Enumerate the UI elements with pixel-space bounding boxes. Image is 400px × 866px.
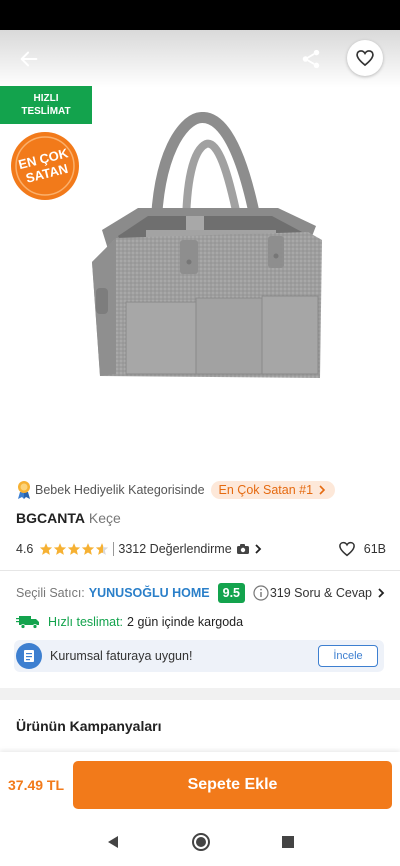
nav-recents-icon[interactable] xyxy=(281,835,295,849)
campaigns-title: Ürünün Kampanyaları xyxy=(16,718,162,734)
section-separator xyxy=(0,688,400,700)
share-button[interactable] xyxy=(296,44,326,74)
reviews-link[interactable]: 3312 Değerlendirme xyxy=(118,542,262,556)
fast-delivery-badge-line-1: HIZLI xyxy=(33,93,59,104)
product-image-gallery[interactable]: HIZLI TESLİMAT EN ÇOK SATAN xyxy=(0,30,400,462)
chevron-right-icon xyxy=(319,485,326,495)
chevron-right-icon xyxy=(255,544,261,554)
corporate-invoice-banner: Kurumsal faturaya uygun! İncele xyxy=(14,640,384,672)
share-icon xyxy=(302,49,320,69)
best-seller-rank-pill[interactable]: En Çok Satan #1 xyxy=(210,481,336,499)
best-seller-badge: EN ÇOK SATAN xyxy=(11,132,79,200)
star-icon xyxy=(68,543,81,555)
invoice-icon xyxy=(16,643,42,669)
truck-icon xyxy=(16,616,39,629)
heart-icon xyxy=(338,541,355,557)
nav-home-icon[interactable] xyxy=(191,832,211,852)
likes-count: 61B xyxy=(363,542,386,556)
star-icon xyxy=(82,543,95,555)
fast-delivery-badge-line-2: TESLİMAT xyxy=(21,106,71,117)
questions-answers-link[interactable]: 319 Soru & Cevap xyxy=(270,586,386,600)
chevron-right-icon xyxy=(378,588,385,598)
delivery-row: Hızlı teslimat: 2 gün içinde kargoda xyxy=(16,612,243,632)
status-bar xyxy=(0,0,400,30)
rating-value: 4.6 xyxy=(16,542,34,556)
rank-pill-label: En Çok Satan #1 xyxy=(218,483,314,497)
likes-button[interactable]: 61B xyxy=(338,540,386,558)
category-rank-row[interactable]: Bebek Hediyelik Kategorisinde En Çok Sat… xyxy=(16,479,386,501)
back-button[interactable] xyxy=(14,44,44,74)
heart-icon xyxy=(356,50,374,67)
product-title: BGCANTA Keçe xyxy=(16,510,121,526)
nav-back-icon[interactable] xyxy=(105,834,121,850)
seller-score-badge: 9.5 xyxy=(217,583,246,603)
rating-stars xyxy=(39,542,109,556)
category-rank-text: Bebek Hediyelik Kategorisinde xyxy=(35,483,205,497)
inspect-button[interactable]: İncele xyxy=(318,645,378,667)
system-navigation-bar xyxy=(0,818,400,866)
bottom-action-bar: 37.49 TL Sepete Ekle xyxy=(0,752,400,818)
favorite-button[interactable] xyxy=(347,40,383,76)
star-icon xyxy=(54,543,67,555)
add-to-cart-button[interactable]: Sepete Ekle xyxy=(73,761,392,809)
product-photo xyxy=(92,112,322,378)
back-arrow-icon xyxy=(20,51,38,67)
fast-delivery-label: Hızlı teslimat: xyxy=(48,615,124,629)
questions-answers-label: 319 Soru & Cevap xyxy=(269,586,372,600)
price: 37.49 TL xyxy=(8,777,65,793)
half-star-icon xyxy=(96,543,109,555)
star-icon xyxy=(40,543,53,555)
fast-delivery-badge: HIZLI TESLİMAT xyxy=(0,86,92,124)
image-top-gradient xyxy=(0,30,400,88)
divider xyxy=(0,570,400,571)
seller-label: Seçili Satıcı: xyxy=(16,586,85,600)
medal-icon xyxy=(18,481,30,499)
info-icon[interactable] xyxy=(253,585,269,601)
camera-icon xyxy=(236,544,249,554)
rating-separator xyxy=(113,542,115,556)
delivery-time-text: 2 gün içinde kargoda xyxy=(127,615,244,629)
rating-row: 4.6 3312 Değerlendirme 61B xyxy=(16,540,386,558)
invoice-text: Kurumsal faturaya uygun! xyxy=(50,649,193,663)
product-brand[interactable]: BGCANTA xyxy=(16,510,85,526)
product-name: Keçe xyxy=(88,510,121,526)
seller-name-link[interactable]: YUNUSOĞLU HOME xyxy=(89,586,210,600)
seller-row: Seçili Satıcı: YUNUSOĞLU HOME 9.5 319 So… xyxy=(16,582,386,604)
reviews-count: 3312 Değerlendirme xyxy=(118,542,232,556)
